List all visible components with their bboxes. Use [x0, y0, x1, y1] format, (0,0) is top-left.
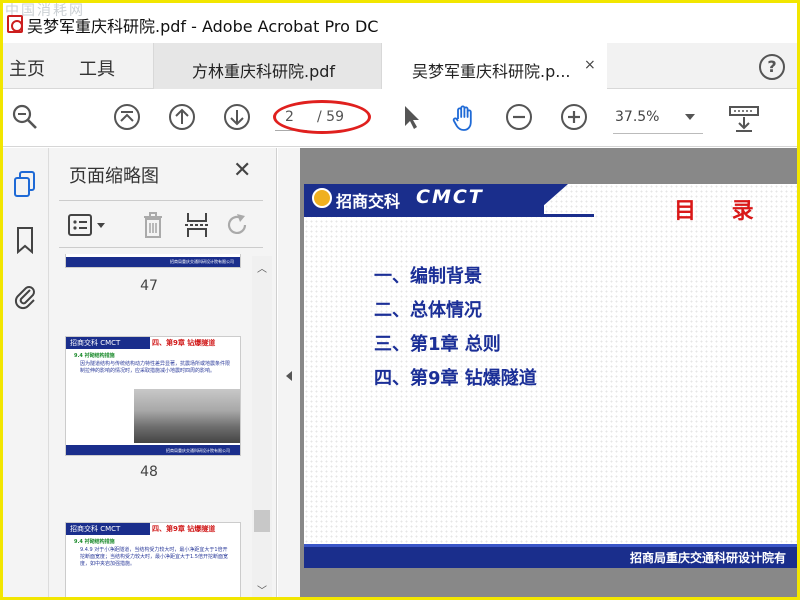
find-zoom-icon[interactable] [11, 103, 39, 131]
scroll-down-icon[interactable]: ﹀ [257, 582, 267, 597]
toc-item: 四、第9章 钻爆隧道 [374, 368, 537, 389]
thumbnail-body: 因为隧道结构与传统结构动力特性差异显著，抗震场所或地震条件限制拉伸的影响的情况时… [80, 361, 231, 374]
select-cursor-icon[interactable] [397, 103, 425, 131]
thumbnail-body: 9.4.9 对于小净距隧道，当结构受力较大时，最小净距宜大于1倍开挖断面宽度；当… [80, 547, 228, 567]
first-page-icon[interactable] [113, 103, 141, 131]
hand-tool-icon[interactable] [449, 103, 477, 131]
tab-home[interactable]: 主页 [9, 55, 45, 81]
doc-tab-label: 方林重庆科研院.pdf [192, 62, 336, 81]
next-page-icon[interactable] [223, 103, 251, 131]
doc-tab-wumengjun[interactable]: 吴梦军重庆科研院.p... × [381, 43, 607, 90]
thumbnail-footer: 招商局重庆交通科研设计院有限公司 [166, 448, 230, 453]
footer-band: 招商局重庆交通科研设计院有 [304, 544, 797, 568]
zoom-in-icon[interactable] [560, 103, 588, 131]
scrollbar-thumb[interactable] [254, 510, 270, 532]
collapse-panel-icon[interactable] [286, 371, 292, 381]
thumbnail-page-47[interactable]: 招商局重庆交通科研设计院有限公司 [65, 254, 241, 268]
thumbnail-page-49[interactable]: 招商交科 CMCT 四、第9章 钻爆隧道 9.4 衬砌结构措施 9.4.9 对于… [65, 522, 241, 597]
highlight-ellipse [273, 100, 371, 134]
insert-page-icon[interactable] [183, 211, 211, 239]
thumbnail-footer: 招商局重庆交通科研设计院有限公司 [170, 259, 234, 264]
thumbnail-options-icon[interactable] [67, 211, 111, 239]
zoom-dropdown-icon[interactable] [685, 114, 695, 120]
thumbnail-list: 招商局重庆交通科研设计院有限公司 47 招商交科 CMCT 四、第9章 钻爆隧道… [49, 254, 249, 597]
close-panel-icon[interactable]: ✕ [233, 158, 251, 183]
toc-item: 一、编制背景 [374, 266, 482, 287]
zoom-level[interactable]: 37.5% [615, 109, 659, 125]
doc-tab-label: 吴梦军重庆科研院.p... [412, 62, 571, 81]
zoom-underline [613, 133, 703, 134]
tab-bar: 主页 工具 方林重庆科研院.pdf 吴梦军重庆科研院.p... × ? [3, 43, 797, 90]
thumbnail-title: 四、第9章 钻爆隧道 [152, 339, 216, 347]
tunnel-photo [134, 389, 240, 443]
thumbnail-panel: 页面缩略图 ✕ 招商局重庆交通科研设计院有限公司 47 招商交科 CMCT 四、… [49, 148, 277, 597]
attachment-icon[interactable] [12, 282, 38, 310]
toc-item: 二、总体情况 [374, 300, 482, 321]
document-view[interactable]: 招商交科 CMCT 目 录 一、编制背景 二、总体情况 三、第1章 总则 四、第… [300, 148, 797, 597]
cmct-logo-icon [312, 188, 332, 208]
delete-page-icon[interactable] [139, 211, 167, 239]
close-tab-icon[interactable]: × [584, 57, 596, 73]
footer-text: 招商局重庆交通科研设计院有 [630, 551, 787, 565]
acrobat-app-icon [7, 15, 23, 33]
page-display-icon[interactable] [727, 103, 761, 132]
window-title: 吴梦军重庆科研院.pdf - Adobe Acrobat Pro DC [27, 17, 379, 36]
document-page: 招商交科 CMCT 目 录 一、编制背景 二、总体情况 三、第1章 总则 四、第… [304, 184, 797, 568]
thumbnail-section: 9.4 衬砌结构措施 [74, 539, 115, 545]
panel-toolbar [59, 200, 263, 248]
brand-name-en: CMCT [416, 186, 484, 208]
thumbnail-header: 招商交科 CMCT [66, 523, 150, 535]
thumbnail-title: 四、第9章 钻爆隧道 [152, 525, 216, 533]
previous-page-icon[interactable] [168, 103, 196, 131]
thumbnail-label-47: 47 [140, 278, 158, 294]
thumbnail-section: 9.4 衬砌结构措施 [74, 353, 115, 359]
thumbnail-scrollbar[interactable]: ︿ ﹀ [252, 256, 272, 597]
thumbnail-header: 招商交科 CMCT [66, 337, 150, 349]
left-nav-rail [3, 148, 49, 597]
thumbnail-page-48[interactable]: 招商交科 CMCT 四、第9章 钻爆隧道 9.4 衬砌结构措施 因为隧道结构与传… [65, 336, 241, 456]
acrobat-window: 中国消耗网 吴梦军重庆科研院.pdf - Adobe Acrobat Pro D… [0, 0, 800, 600]
panel-title: 页面缩略图 [69, 166, 159, 187]
bookmark-icon[interactable] [12, 226, 38, 254]
rotate-page-icon[interactable] [223, 211, 251, 239]
brand-name-cn: 招商交科 [336, 192, 401, 211]
page-thumbnails-icon[interactable] [12, 170, 38, 198]
toc-item: 三、第1章 总则 [374, 334, 501, 355]
tab-tools[interactable]: 工具 [79, 55, 115, 81]
toolbar: 2 / 59 37.5% [3, 89, 797, 147]
thumbnail-label-48: 48 [140, 464, 158, 480]
scroll-up-icon[interactable]: ︿ [257, 260, 267, 275]
title-bar: 中国消耗网 吴梦军重庆科研院.pdf - Adobe Acrobat Pro D… [3, 3, 797, 43]
toc-heading: 目 录 [674, 199, 768, 224]
help-icon[interactable]: ? [759, 54, 785, 80]
doc-tab-fanglin[interactable]: 方林重庆科研院.pdf [153, 43, 381, 89]
zoom-out-icon[interactable] [505, 103, 533, 131]
panel-splitter[interactable] [278, 148, 300, 597]
